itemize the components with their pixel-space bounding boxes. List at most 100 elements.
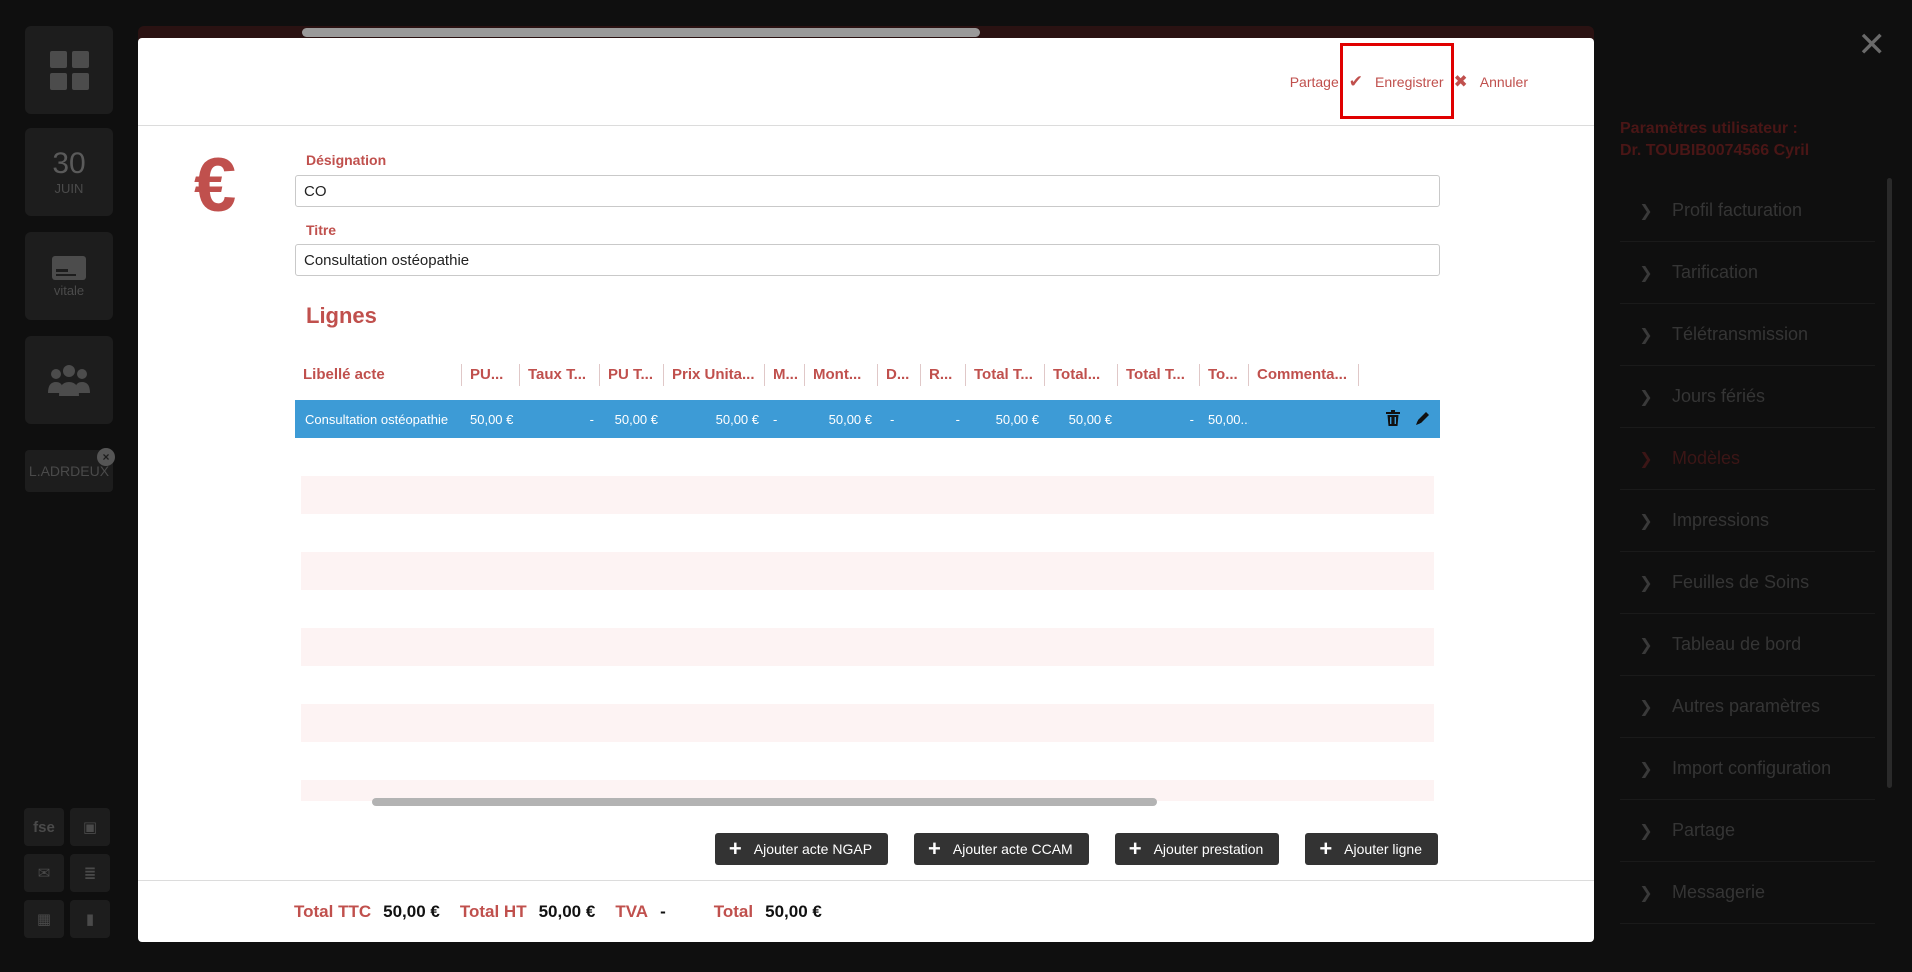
totals-footer: Total TTC 50,00 € Total HT 50,00 € TVA -… (138, 880, 1594, 942)
patient-tab-label: L.ADRDEUX (28, 463, 110, 479)
chevron-right-icon: ❯ (1639, 760, 1653, 778)
patient-tab[interactable]: L.ADRDEUX × (25, 448, 115, 492)
designation-input[interactable]: CO (295, 175, 1440, 207)
chevron-right-icon: ❯ (1639, 264, 1653, 282)
table-header: Libellé acte PU... Taux T... PU T... Pri… (295, 356, 1440, 394)
date-day: 30 (52, 146, 86, 180)
pencil-icon[interactable] (1414, 409, 1432, 427)
euro-icon: € (194, 143, 237, 228)
list-button[interactable]: ≣ (70, 854, 110, 892)
chevron-right-icon: ❯ (1639, 698, 1653, 716)
titre-input[interactable]: Consultation ostéopathie (295, 244, 1440, 276)
col-montant[interactable]: Mont... (805, 364, 878, 386)
settings-item-tarification[interactable]: ❯ Tarification (1620, 242, 1875, 304)
close-icon[interactable]: ✕ (1858, 28, 1887, 62)
cell-r: - (955, 411, 960, 427)
fse-button[interactable]: fse (24, 808, 64, 846)
col-m[interactable]: M... (765, 364, 805, 386)
close-patient-icon[interactable]: × (97, 448, 115, 466)
share-label: Partage (1289, 74, 1339, 90)
col-prix-unitaire[interactable]: Prix Unita... (664, 364, 765, 386)
date-tile[interactable]: 30 JUIN (25, 128, 113, 216)
add-ccam-label: Ajouter acte CCAM (952, 841, 1073, 857)
vitale-label: vitale (53, 282, 85, 298)
col-pu-t[interactable]: PU T... (600, 364, 664, 386)
cell-prix-unitaire: 50,00 € (715, 411, 759, 427)
empty-row (301, 552, 1434, 590)
fse-label: fse (33, 818, 55, 836)
col-libelle-acte[interactable]: Libellé acte (295, 364, 462, 386)
settings-item-modeles[interactable]: ❯ Modèles (1620, 428, 1875, 490)
settings-item-partage[interactable]: ❯ Partage (1620, 800, 1875, 862)
add-ccam-button[interactable]: + Ajouter acte CCAM (914, 833, 1089, 865)
add-prestation-button[interactable]: + Ajouter prestation (1114, 833, 1280, 865)
calculator-button[interactable]: ▦ (24, 900, 64, 938)
vitale-card-button[interactable]: vitale (25, 232, 113, 320)
tva-value: - (660, 901, 666, 921)
settings-item-teletransmission[interactable]: ❯ Télétransmission (1620, 304, 1875, 366)
stats-button[interactable]: ▮ (70, 900, 110, 938)
share-button[interactable]: Partage (1290, 74, 1339, 90)
settings-item-label: Télétransmission (1672, 324, 1809, 344)
col-commentaire[interactable]: Commenta... (1249, 364, 1359, 386)
document-add-button[interactable]: ▣ (70, 808, 110, 846)
col-total[interactable]: Total... (1045, 364, 1118, 386)
lignes-table: Libellé acte PU... Taux T... PU T... Pri… (295, 356, 1440, 801)
empty-row (301, 704, 1434, 742)
total-ttc-label: Total TTC (294, 901, 372, 921)
modal-header: Partage ✔ Enregistrer ✖ Annuler (138, 38, 1594, 126)
lignes-title: Lignes (306, 303, 377, 328)
add-ligne-button[interactable]: + Ajouter ligne (1305, 833, 1438, 865)
settings-item-import-configuration[interactable]: ❯ Import configuration (1620, 738, 1875, 800)
col-taux-t[interactable]: Taux T... (520, 364, 600, 386)
col-to[interactable]: To... (1200, 364, 1249, 386)
settings-item-label: Feuilles de Soins (1672, 572, 1810, 592)
settings-item-messagerie[interactable]: ❯ Messagerie (1620, 862, 1875, 924)
col-pu[interactable]: PU... (462, 364, 520, 386)
add-buttons: + Ajouter acte NGAP + Ajouter acte CCAM + A… (714, 833, 1438, 865)
users-group-icon (48, 365, 90, 396)
save-highlight-box (1340, 43, 1454, 119)
col-total-t2[interactable]: Total T... (1118, 364, 1200, 386)
cell-taux-t: - (589, 411, 594, 427)
chevron-right-icon: ❯ (1639, 450, 1653, 468)
settings-item-impressions[interactable]: ❯ Impressions (1620, 490, 1875, 552)
top-scrollbar[interactable] (302, 28, 980, 37)
settings-item-profil-facturation[interactable]: ❯ Profil facturation (1620, 180, 1875, 242)
settings-item-tableau-de-bord[interactable]: ❯ Tableau de bord (1620, 614, 1875, 676)
settings-item-feuilles-de-soins[interactable]: ❯ Feuilles de Soins (1620, 552, 1875, 614)
patients-button[interactable] (25, 336, 113, 424)
plus-icon: + (1128, 836, 1142, 861)
col-r[interactable]: R... (921, 364, 966, 386)
cell-montant: 50,00 € (828, 411, 872, 427)
total-ht-value: 50,00 € (538, 901, 596, 921)
chevron-right-icon: ❯ (1639, 202, 1653, 220)
settings-item-label: Partage (1672, 820, 1736, 840)
cancel-button[interactable]: ✖ Annuler (1443, 72, 1528, 92)
list-icon: ≣ (83, 865, 97, 882)
table-horizontal-scrollbar[interactable] (372, 798, 1157, 806)
settings-panel: ✕ Paramètres utilisateur : Dr. TOUBIB007… (1600, 0, 1912, 972)
trash-icon[interactable] (1384, 409, 1402, 427)
settings-item-label: Impressions (1672, 510, 1770, 530)
chevron-right-icon: ❯ (1639, 388, 1653, 406)
date-month: JUIN (54, 180, 84, 196)
cell-pu: 50,00 € (470, 411, 514, 427)
table-row[interactable]: Consultation ostéopathie 50,00 € - 50,00… (295, 400, 1440, 438)
empty-row (301, 476, 1434, 514)
dashboard-button[interactable] (25, 26, 113, 114)
empty-row (301, 628, 1434, 666)
bar-chart-icon: ▮ (85, 911, 95, 928)
col-total-t[interactable]: Total T... (966, 364, 1045, 386)
col-d[interactable]: D... (878, 364, 921, 386)
settings-item-autres-parametres[interactable]: ❯ Autres paramètres (1620, 676, 1875, 738)
close-icon: ✖ (1453, 72, 1468, 91)
designation-label: Désignation (306, 152, 387, 168)
settings-item-jours-feries[interactable]: ❯ Jours fériés (1620, 366, 1875, 428)
add-ngap-button[interactable]: + Ajouter acte NGAP (714, 833, 889, 865)
chevron-right-icon: ❯ (1639, 636, 1653, 654)
cell-to: 50,00... (1208, 411, 1249, 427)
mail-button[interactable]: ✉ (24, 854, 64, 892)
plus-icon: + (928, 836, 941, 861)
settings-scrollbar[interactable] (1887, 178, 1892, 788)
